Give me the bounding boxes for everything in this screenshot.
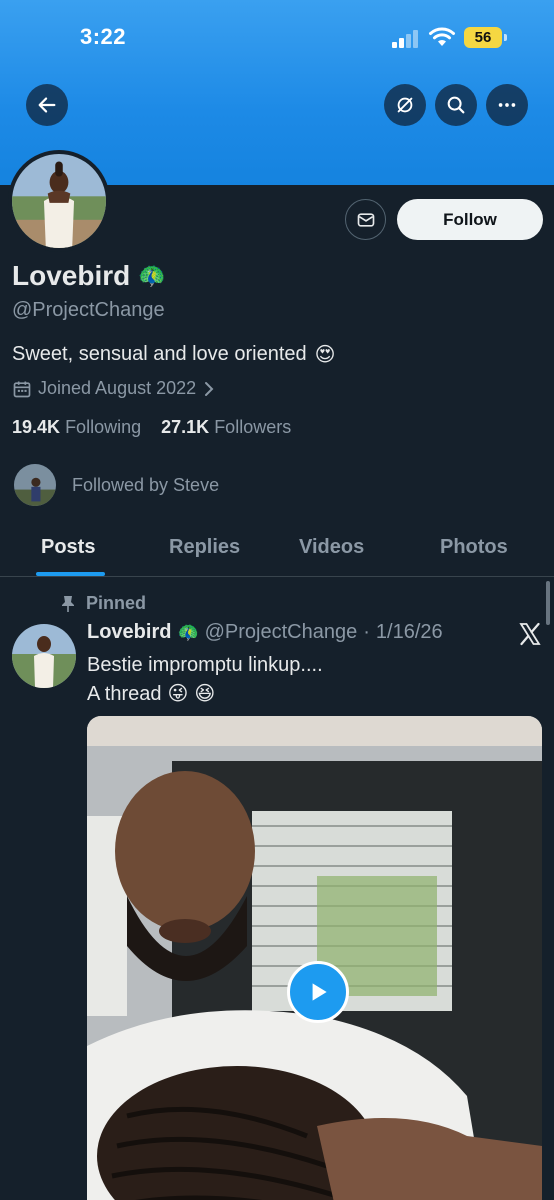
back-arrow-icon [38, 97, 56, 113]
x-logo-icon [519, 622, 541, 646]
circle-slash-icon [397, 97, 413, 113]
heart-eyes-emoji-icon: 😍 [314, 344, 336, 366]
grinning-squint-emoji-icon: 😆 [194, 683, 216, 705]
post-header: Lovebird 🦚 @ProjectChange · 1/16/26 [87, 621, 443, 644]
cellular-signal-icon [392, 30, 422, 48]
post-author-handle[interactable]: @ProjectChange [205, 621, 358, 644]
profile-photo [12, 154, 106, 248]
profile-name: Lovebird [12, 260, 131, 291]
pin-icon [62, 595, 74, 612]
post-date[interactable]: 1/16/26 [376, 621, 443, 644]
profile-handle: @ProjectChange [12, 299, 165, 321]
back-button[interactable] [26, 84, 68, 126]
tab-photos[interactable]: Photos [440, 536, 508, 559]
following-stat[interactable]: 19.4K Following [12, 417, 141, 437]
profile-avatar[interactable] [8, 150, 110, 252]
follow-stats: 19.4K Following 27.1K Followers [12, 417, 291, 438]
pinned-label: Pinned [86, 593, 147, 613]
video-thumbnail [87, 716, 542, 1200]
profile-bio-row: Sweet, sensual and love oriented 😍 [12, 342, 336, 367]
post-text-line-2-row: A thread 😜 😆 [87, 680, 323, 709]
scrollbar[interactable] [546, 581, 550, 625]
grok-button[interactable] [384, 84, 426, 126]
wifi-icon [429, 27, 455, 46]
post-video[interactable] [87, 716, 542, 1200]
joined-date: Joined August 2022 [38, 378, 197, 398]
video-play-button[interactable] [287, 961, 349, 1023]
peacock-emoji-icon: 🦚 [138, 263, 166, 288]
active-tab-indicator [36, 572, 105, 576]
search-button[interactable] [435, 84, 477, 126]
post-text-line-2: A thread [87, 683, 162, 705]
tab-posts[interactable]: Posts [41, 536, 95, 559]
profile-name-row: Lovebird 🦚 [12, 260, 166, 292]
post-text[interactable]: Bestie impromptu linkup.... A thread 😜 😆 [87, 651, 323, 709]
tab-replies[interactable]: Replies [169, 536, 240, 559]
joined-row[interactable]: Joined August 2022 [12, 378, 216, 399]
message-button[interactable] [345, 199, 386, 240]
post-separator: · [363, 621, 370, 643]
chevron-right-icon [205, 381, 214, 396]
peacock-emoji-icon: 🦚 [177, 622, 199, 642]
profile-bio: Sweet, sensual and love oriented [12, 343, 307, 365]
followed-by-row[interactable]: Followed by Steve [12, 462, 219, 508]
post-text-line-1: Bestie impromptu linkup.... [87, 654, 323, 676]
calendar-icon [13, 381, 31, 397]
winking-tongue-emoji-icon: 😜 [167, 683, 189, 705]
pinned-label-row: Pinned [60, 593, 146, 614]
follow-button[interactable]: Follow [397, 199, 543, 240]
followers-stat[interactable]: 27.1K Followers [161, 417, 291, 437]
battery-indicator: 56 [464, 27, 507, 48]
post-author-name[interactable]: Lovebird [87, 621, 171, 644]
search-icon [447, 96, 465, 114]
status-time: 3:22 [80, 24, 127, 49]
post-author-avatar[interactable] [12, 624, 76, 688]
envelope-icon [357, 212, 374, 227]
profile-tabs: Posts Replies Videos Photos [0, 520, 554, 577]
more-button[interactable] [486, 84, 528, 126]
play-icon [312, 983, 327, 1001]
followed-by-text: Followed by Steve [72, 474, 220, 495]
tab-videos[interactable]: Videos [299, 536, 364, 559]
follower-avatar [12, 462, 58, 508]
status-bar: 3:22 56 [0, 0, 554, 70]
more-dots-icon [498, 103, 516, 107]
